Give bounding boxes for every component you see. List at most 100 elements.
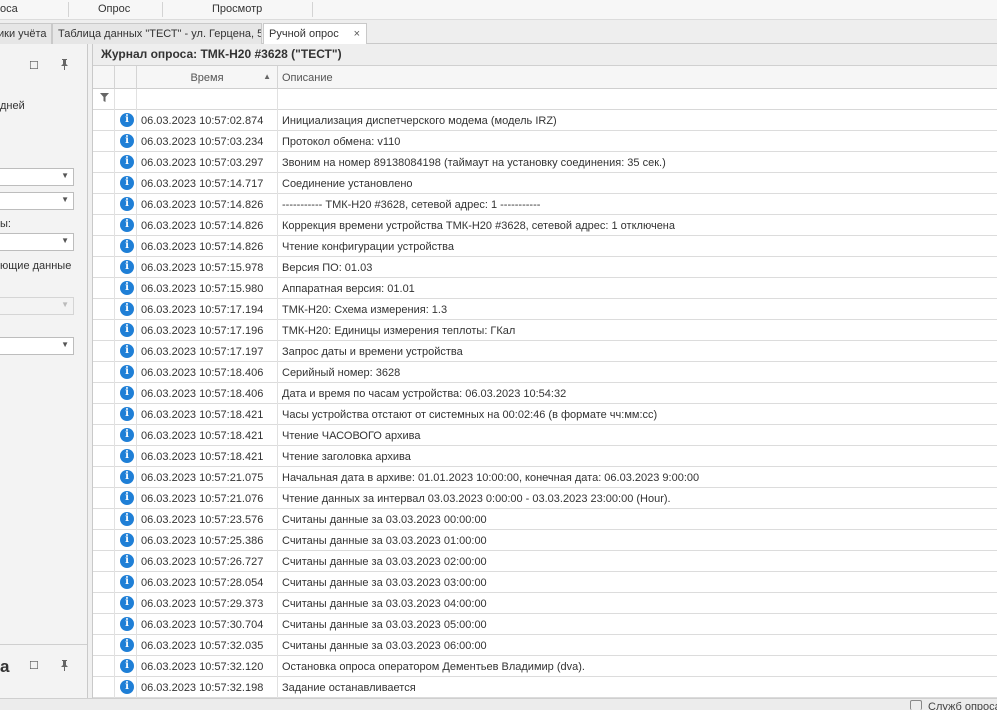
tab-data-table[interactable]: Таблица данных "ТЕСТ" - ул. Герцена, 5 (52, 23, 262, 44)
table-row[interactable]: i 06.03.2023 10:57:02.874 Инициализация ди… (93, 110, 997, 131)
row-icon-cell: i (115, 278, 137, 299)
table-row[interactable]: i 06.03.2023 10:57:18.421 Чтение ЧАСОВОГО … (93, 425, 997, 446)
table-row[interactable]: i 06.03.2023 10:57:15.980 Аппаратная верси… (93, 278, 997, 299)
cell-description: Считаны данные за 03.03.2023 05:00:00 (282, 619, 487, 631)
cell-description: Часы устройства отстают от системных на … (282, 409, 658, 421)
table-row[interactable]: i 06.03.2023 10:57:15.978 Версия ПО: 01.03 (93, 257, 997, 278)
info-icon: i (120, 638, 134, 652)
row-icon-cell: i (115, 656, 137, 677)
table-row[interactable]: i 06.03.2023 10:57:17.194 ТМК-Н20: Схема и… (93, 299, 997, 320)
info-icon: i (120, 680, 134, 694)
info-icon: i (120, 407, 134, 421)
left-dock-panel: ☐ дней ▼ ▼ ы: ▼ ющие данные ▼ ▼ а ☐ (0, 44, 88, 710)
pin-icon[interactable] (59, 659, 70, 674)
column-header-label: Время (190, 72, 224, 84)
cell-time: 06.03.2023 10:57:14.826 (137, 194, 278, 215)
table-row[interactable]: i 06.03.2023 10:57:18.421 Чтение заголовка… (93, 446, 997, 467)
table-row[interactable]: i 06.03.2023 10:57:17.197 Запрос даты и вр… (93, 341, 997, 362)
column-header-time[interactable]: Время ▲ (137, 66, 278, 89)
row-indicator-cell (93, 320, 115, 341)
row-indicator-cell (93, 593, 115, 614)
cell-time: 06.03.2023 10:57:23.576 (137, 509, 278, 530)
cell-description: Звоним на номер 89138084198 (таймаут на … (282, 157, 666, 169)
filter-cell-time[interactable] (137, 89, 278, 110)
table-row[interactable]: i 06.03.2023 10:57:14.826 ----------- ТМК-… (93, 194, 997, 215)
dropdown-1[interactable]: ▼ (0, 168, 74, 186)
row-indicator-cell (93, 131, 115, 152)
row-icon-cell: i (115, 236, 137, 257)
cell-description: Коррекция времени устройства ТМК-Н20 #36… (282, 220, 675, 232)
filter-cell-description[interactable] (278, 89, 997, 110)
ribbon-group-label: Опрос (98, 3, 131, 15)
table-row[interactable]: i 06.03.2023 10:57:18.406 Дата и время по … (93, 383, 997, 404)
tab-manual-poll[interactable]: Ручной опрос × (263, 23, 367, 45)
info-icon: i (120, 176, 134, 190)
restore-icon[interactable]: ☐ (29, 59, 39, 72)
pin-icon[interactable] (59, 58, 70, 73)
restore-icon[interactable]: ☐ (29, 659, 39, 672)
table-row[interactable]: i 06.03.2023 10:57:32.035 Считаны данные з… (93, 635, 997, 656)
table-row[interactable]: i 06.03.2023 10:57:26.727 Считаны данные з… (93, 551, 997, 572)
chevron-down-icon: ▼ (61, 340, 69, 349)
row-indicator-cell (93, 551, 115, 572)
table-row[interactable]: i 06.03.2023 10:57:14.717 Соединение устан… (93, 173, 997, 194)
info-icon: i (120, 512, 134, 526)
column-header-description[interactable]: Описание (278, 66, 997, 89)
tab-label: ики учёта (0, 28, 47, 40)
row-indicator-cell (93, 110, 115, 131)
table-row[interactable]: i 06.03.2023 10:57:32.120 Остановка опроса… (93, 656, 997, 677)
filter-cell-icon[interactable] (115, 89, 137, 110)
table-row[interactable]: i 06.03.2023 10:57:14.826 Чтение конфигура… (93, 236, 997, 257)
dropdown-2[interactable]: ▼ (0, 192, 74, 210)
info-icon: i (120, 134, 134, 148)
row-icon-cell: i (115, 467, 137, 488)
cell-time: 06.03.2023 10:57:30.704 (137, 614, 278, 635)
table-row[interactable]: i 06.03.2023 10:57:17.196 ТМК-Н20: Единицы… (93, 320, 997, 341)
row-indicator-cell (93, 236, 115, 257)
row-indicator-cell (93, 446, 115, 467)
table-row[interactable]: i 06.03.2023 10:57:30.704 Считаны данные з… (93, 614, 997, 635)
cell-time: 06.03.2023 10:57:26.727 (137, 551, 278, 572)
row-icon-cell: i (115, 509, 137, 530)
table-row[interactable]: i 06.03.2023 10:57:28.054 Считаны данные з… (93, 572, 997, 593)
tab-meters[interactable]: ики учёта (0, 23, 52, 44)
filter-row (93, 89, 997, 110)
cell-description: Считаны данные за 03.03.2023 00:00:00 (282, 514, 487, 526)
table-row[interactable]: i 06.03.2023 10:57:29.373 Считаны данные з… (93, 593, 997, 614)
table-row[interactable]: i 06.03.2023 10:57:21.076 Чтение данных за… (93, 488, 997, 509)
cell-time: 06.03.2023 10:57:29.373 (137, 593, 278, 614)
ribbon-group-label: оса (0, 3, 18, 15)
row-indicator-cell (93, 299, 115, 320)
info-icon: i (120, 449, 134, 463)
row-indicator-cell (93, 488, 115, 509)
table-row[interactable]: i 06.03.2023 10:57:14.826 Коррекция времен… (93, 215, 997, 236)
close-icon[interactable]: × (354, 28, 360, 40)
ribbon-group-label: Просмотр (212, 3, 263, 15)
row-indicator-cell (93, 152, 115, 173)
info-icon: i (120, 239, 134, 253)
table-row[interactable]: i 06.03.2023 10:57:21.075 Начальная дата в… (93, 467, 997, 488)
cell-description: ТМК-Н20: Единицы измерения теплоты: ГКал (282, 325, 516, 337)
row-icon-cell: i (115, 551, 137, 572)
table-row[interactable]: i 06.03.2023 10:57:32.198 Задание останавл… (93, 677, 997, 698)
row-indicator-cell (93, 194, 115, 215)
table-row[interactable]: i 06.03.2023 10:57:03.297 Звоним на номер … (93, 152, 997, 173)
cell-description: Аппаратная версия: 01.01 (282, 283, 415, 295)
table-row[interactable]: i 06.03.2023 10:57:03.234 Протокол обмена:… (93, 131, 997, 152)
table-row[interactable]: i 06.03.2023 10:57:25.386 Считаны данные з… (93, 530, 997, 551)
table-row[interactable]: i 06.03.2023 10:57:23.576 Считаны данные з… (93, 509, 997, 530)
row-icon-cell: i (115, 110, 137, 131)
sort-ascending-icon: ▲ (263, 72, 271, 81)
row-indicator-cell (93, 509, 115, 530)
cell-description: Чтение данных за интервал 03.03.2023 0:0… (282, 493, 671, 505)
dropdown-3[interactable]: ▼ (0, 233, 74, 251)
cell-time: 06.03.2023 10:57:21.075 (137, 467, 278, 488)
column-header-label: Описание (282, 72, 333, 84)
info-icon: i (120, 365, 134, 379)
info-icon: i (120, 554, 134, 568)
dropdown-4[interactable]: ▼ (0, 337, 74, 355)
table-row[interactable]: i 06.03.2023 10:57:18.406 Серийный номер: … (93, 362, 997, 383)
poll-journal-panel: Журнал опроса: ТМК-Н20 #3628 ("ТЕСТ") Вр… (92, 44, 997, 698)
cell-time: 06.03.2023 10:57:03.297 (137, 152, 278, 173)
table-row[interactable]: i 06.03.2023 10:57:18.421 Часы устройства … (93, 404, 997, 425)
